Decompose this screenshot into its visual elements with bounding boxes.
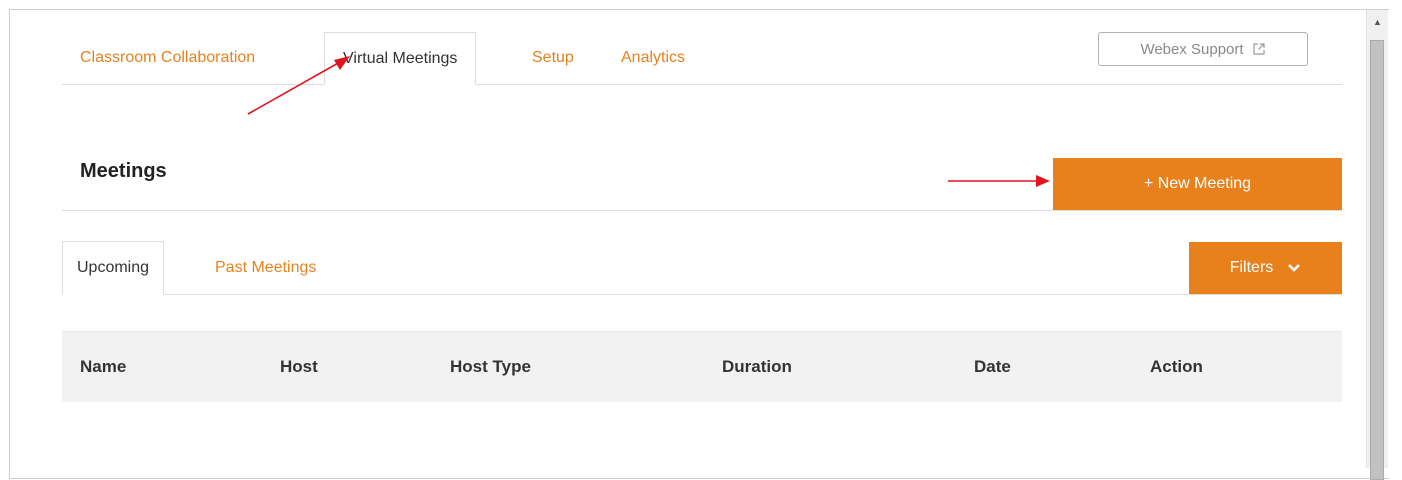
filters-label: Filters: [1229, 259, 1274, 276]
meetings-title: Meetings: [80, 160, 167, 182]
chevron-down-icon: [1288, 264, 1301, 272]
tab-classroom-collaboration[interactable]: Classroom Collaboration: [80, 32, 255, 84]
tab-virtual-meetings[interactable]: Virtual Meetings: [324, 32, 477, 85]
external-link-icon: [1252, 43, 1265, 55]
scroll-up-icon[interactable]: ▲: [1367, 10, 1388, 34]
meeting-tab-bar: Upcoming Past Meetings: [62, 241, 1342, 295]
new-meeting-button[interactable]: + New Meeting: [1053, 158, 1342, 210]
webex-support-label: Webex Support: [1140, 40, 1244, 58]
meetings-table-header: Name Host Host Type Duration Date Action: [62, 331, 1342, 402]
tab-setup[interactable]: Setup: [532, 32, 574, 84]
column-header-action[interactable]: Action: [1150, 332, 1203, 402]
column-header-duration[interactable]: Duration: [722, 332, 792, 402]
tab-upcoming[interactable]: Upcoming: [62, 241, 165, 295]
filters-button[interactable]: Filters: [1189, 242, 1342, 294]
header-divider: [62, 210, 1342, 211]
column-header-date[interactable]: Date: [974, 332, 1011, 402]
column-header-host[interactable]: Host: [280, 332, 318, 402]
main-tab-bar: Classroom Collaboration Virtual Meetings…: [62, 32, 1342, 85]
tab-analytics[interactable]: Analytics: [621, 32, 685, 84]
webex-support-button[interactable]: Webex Support: [1098, 32, 1308, 66]
scroll-thumb[interactable]: [1370, 40, 1384, 480]
vertical-scrollbar[interactable]: ▲: [1366, 10, 1388, 480]
column-header-host-type[interactable]: Host Type: [450, 332, 531, 402]
tab-past-meetings[interactable]: Past Meetings: [215, 241, 316, 294]
column-header-name[interactable]: Name: [80, 332, 126, 402]
